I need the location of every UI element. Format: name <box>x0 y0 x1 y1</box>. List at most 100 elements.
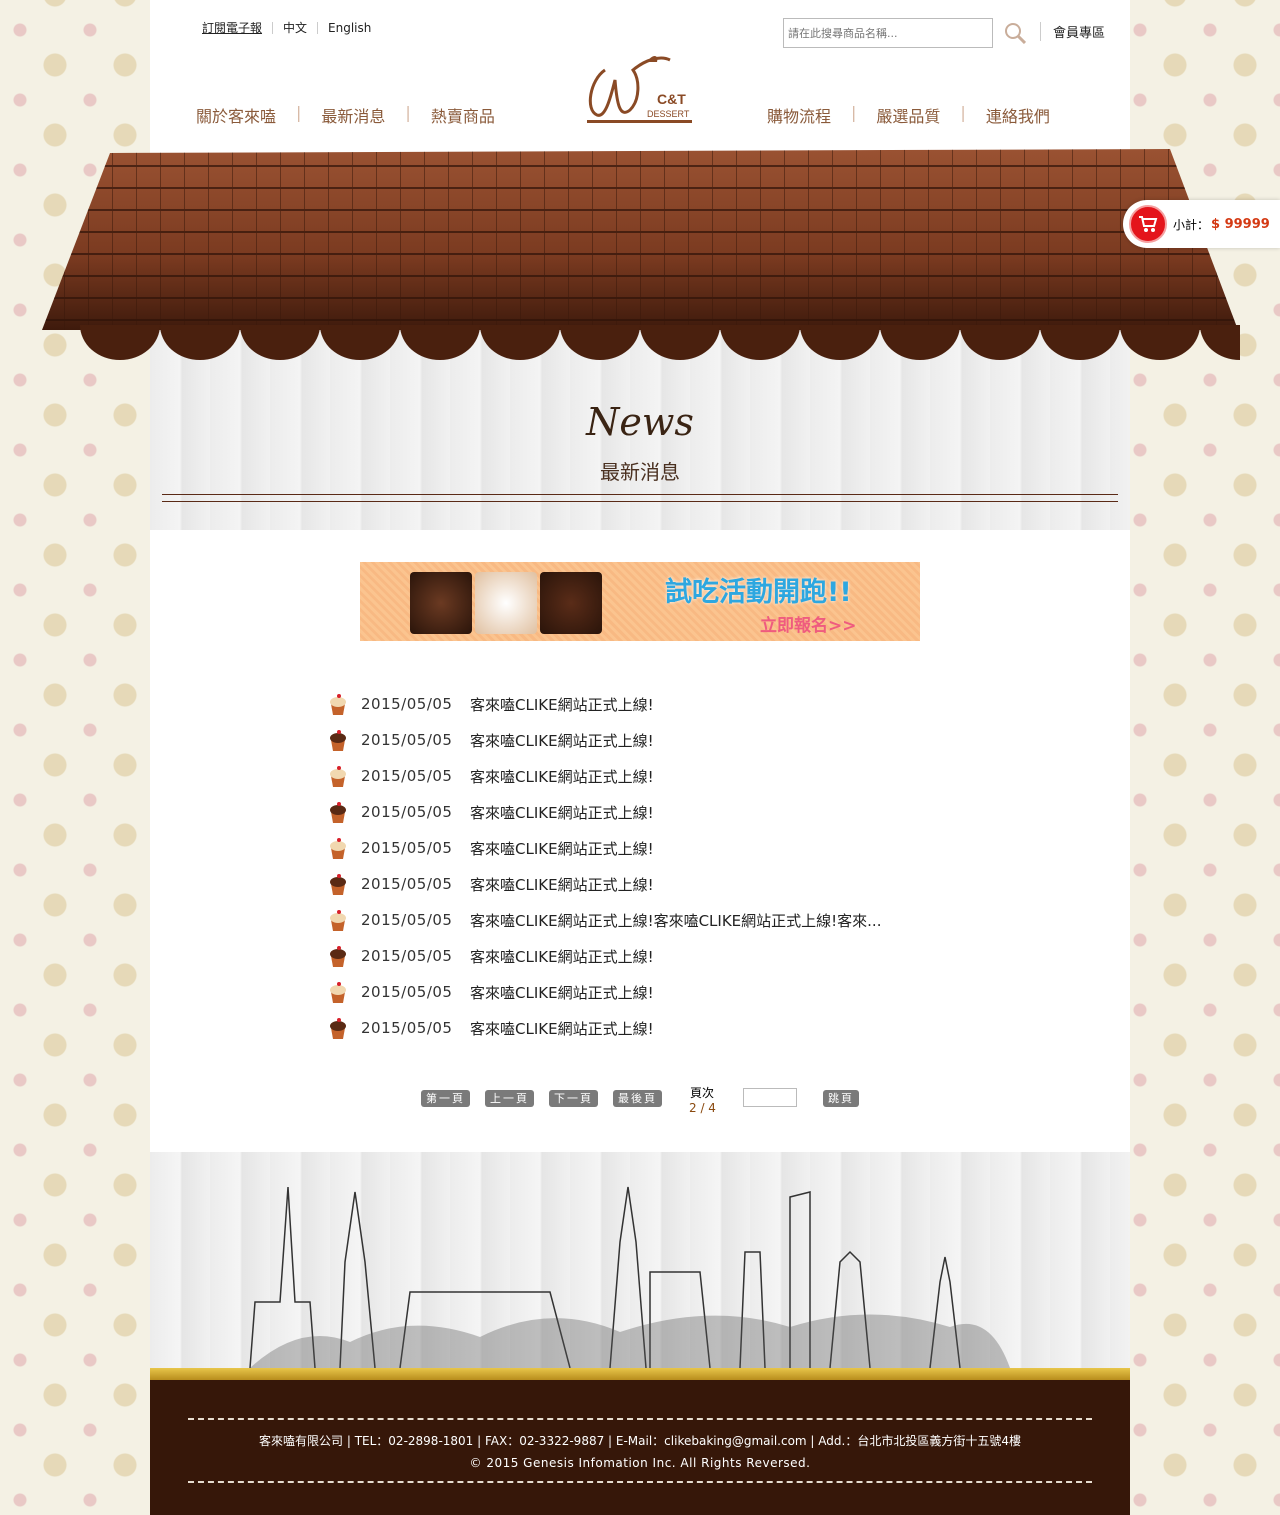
prev-page-button[interactable]: 上一頁 <box>485 1090 534 1107</box>
gold-stripe <box>150 1368 1130 1380</box>
cupcake-icon <box>330 802 346 823</box>
news-title[interactable]: 客來嗑CLIKE網站正式上線! <box>470 730 654 751</box>
company-info: 客來嗑有限公司 | TEL：02-2898-1801 | FAX：02-3322… <box>259 1434 1021 1448</box>
svg-text:C&T: C&T <box>657 91 686 107</box>
tasting-event-banner[interactable]: 試吃活動開跑!! 立即報名>> <box>360 562 920 641</box>
last-page-button[interactable]: 最後頁 <box>613 1090 662 1107</box>
news-item[interactable]: 2015/05/05 客來嗑CLIKE網站正式上線!客來嗑CLIKE網站正式上線!… <box>328 902 881 938</box>
news-date: 2015/05/05 <box>361 911 453 929</box>
cart-amount: $ 99999 <box>1211 216 1270 232</box>
divider <box>317 21 319 34</box>
news-item[interactable]: 2015/05/05 客來嗑CLIKE網站正式上線! <box>328 866 881 902</box>
lang-english-link[interactable]: English <box>328 21 371 35</box>
roof-scallop <box>160 325 240 360</box>
svg-text:DESSERT: DESSERT <box>647 109 690 119</box>
next-page-button[interactable]: 下一頁 <box>549 1090 598 1107</box>
cupcake-icon <box>330 694 346 715</box>
logo[interactable]: C&T DESSERT <box>585 50 700 130</box>
copyright: © 2015 Genesis Infomation Inc. All Right… <box>469 1456 811 1470</box>
news-date: 2015/05/05 <box>361 695 453 713</box>
section-subtitle: 最新消息 <box>600 460 680 484</box>
cupcake-icon <box>330 910 346 931</box>
jump-page-input[interactable] <box>743 1088 797 1107</box>
news-item[interactable]: 2015/05/05 客來嗑CLIKE網站正式上線! <box>328 830 881 866</box>
page-label: 頁次 <box>690 1086 715 1100</box>
lang-chinese-link[interactable]: 中文 <box>283 19 307 36</box>
news-date: 2015/05/05 <box>361 767 453 785</box>
cake-image <box>540 572 602 634</box>
city-skyline-illustration <box>150 1152 1130 1369</box>
news-title[interactable]: 客來嗑CLIKE網站正式上線! <box>470 982 654 1003</box>
roof-scallop <box>400 325 480 360</box>
page-info: 2 / 4 <box>689 1101 716 1115</box>
search-icon[interactable] <box>1004 22 1026 44</box>
divider <box>188 1481 1092 1483</box>
divider <box>272 21 274 34</box>
cupcake-icon <box>330 1018 346 1039</box>
cart-label: 小計： <box>1173 217 1210 232</box>
banner-title: 試吃活動開跑!! <box>665 577 852 608</box>
newsletter-link[interactable]: 訂閱電子報 <box>202 19 262 36</box>
news-item[interactable]: 2015/05/05 客來嗑CLIKE網站正式上線! <box>328 974 881 1010</box>
news-date: 2015/05/05 <box>361 839 453 857</box>
news-title[interactable]: 客來嗑CLIKE網站正式上線! <box>470 874 654 895</box>
cupcake-icon <box>330 982 346 1003</box>
nav-contact[interactable]: 連絡我們 <box>966 103 1070 127</box>
first-page-button[interactable]: 第一頁 <box>421 1090 470 1107</box>
roof-scallop <box>1040 325 1120 360</box>
top-links: 訂閱電子報 中文 English <box>202 19 371 36</box>
cart-icon[interactable] <box>1129 205 1167 243</box>
cupcake-icon <box>330 730 346 751</box>
news-item[interactable]: 2015/05/05 客來嗑CLIKE網站正式上線! <box>328 794 881 830</box>
roof-scallop <box>240 325 320 360</box>
cupcake-icon <box>330 838 346 859</box>
news-date: 2015/05/05 <box>361 731 453 749</box>
news-title[interactable]: 客來嗑CLIKE網站正式上線!客來嗑CLIKE網站正式上線!客來... <box>470 910 881 931</box>
news-title[interactable]: 客來嗑CLIKE網站正式上線! <box>470 838 654 859</box>
cupcake-icon <box>330 946 346 967</box>
member-area-link[interactable]: 會員專區 <box>1040 22 1105 41</box>
news-date: 2015/05/05 <box>361 1019 453 1037</box>
nav-hot[interactable]: 熱賣商品 <box>411 103 515 127</box>
roof-scallop <box>800 325 880 360</box>
roof-scallop <box>720 325 800 360</box>
roof-scallop <box>320 325 400 360</box>
news-item[interactable]: 2015/05/05 客來嗑CLIKE網站正式上線! <box>328 938 881 974</box>
news-title[interactable]: 客來嗑CLIKE網站正式上線! <box>470 802 654 823</box>
cart-summary[interactable]: 小計： $ 99999 <box>1123 200 1280 248</box>
roof-scallop <box>880 325 960 360</box>
roof-scallop <box>480 325 560 360</box>
news-title[interactable]: 客來嗑CLIKE網站正式上線! <box>470 946 654 967</box>
banner-cta[interactable]: 立即報名>> <box>760 611 857 636</box>
footer: 客來嗑有限公司 | TEL：02-2898-1801 | FAX：02-3322… <box>150 1380 1130 1515</box>
news-title[interactable]: 客來嗑CLIKE網站正式上線! <box>470 1018 654 1039</box>
news-item[interactable]: 2015/05/05 客來嗑CLIKE網站正式上線! <box>328 1010 881 1046</box>
roof-scallop <box>560 325 640 360</box>
jump-page-button[interactable]: 跳頁 <box>823 1090 859 1107</box>
nav-shopping-flow[interactable]: 購物流程 <box>747 103 851 127</box>
cake-image <box>410 572 472 634</box>
news-item[interactable]: 2015/05/05 客來嗑CLIKE網站正式上線! <box>328 758 881 794</box>
news-title[interactable]: 客來嗑CLIKE網站正式上線! <box>470 766 654 787</box>
news-date: 2015/05/05 <box>361 875 453 893</box>
cupcake-icon <box>330 766 346 787</box>
divider <box>188 1418 1092 1420</box>
nav-about[interactable]: 關於客來嗑 <box>176 103 296 127</box>
nav-right: 購物流程 | 嚴選品質 | 連絡我們 <box>747 103 1070 127</box>
news-item[interactable]: 2015/05/05 客來嗑CLIKE網站正式上線! <box>328 722 881 758</box>
news-item[interactable]: 2015/05/05 客來嗑CLIKE網站正式上線! <box>328 686 881 722</box>
shingle-roof <box>42 149 1240 360</box>
divider <box>162 494 1118 495</box>
roof-scallop <box>1200 325 1240 360</box>
section-title: News <box>586 400 694 444</box>
nav-left: 關於客來嗑 | 最新消息 | 熱賣商品 <box>176 103 515 127</box>
cake-image <box>475 572 537 634</box>
nav-quality[interactable]: 嚴選品質 <box>856 103 960 127</box>
news-date: 2015/05/05 <box>361 947 453 965</box>
search-input[interactable] <box>783 18 993 48</box>
news-date: 2015/05/05 <box>361 983 453 1001</box>
nav-news[interactable]: 最新消息 <box>301 103 405 127</box>
cupcake-icon <box>330 874 346 895</box>
roof-scallop <box>960 325 1040 360</box>
news-title[interactable]: 客來嗑CLIKE網站正式上線! <box>470 694 654 715</box>
